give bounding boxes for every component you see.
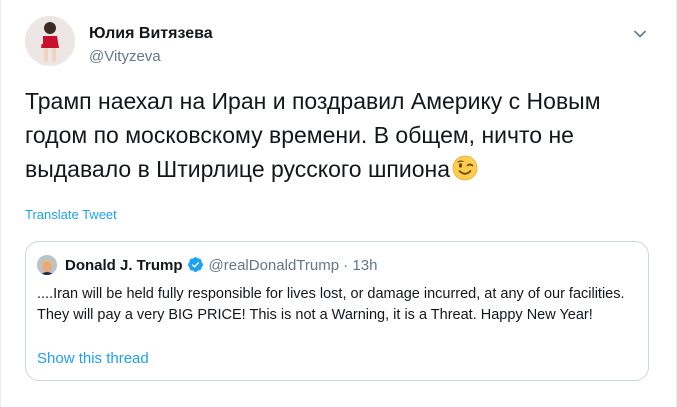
show-thread-link[interactable]: Show this thread: [37, 350, 149, 367]
translate-tweet-link[interactable]: Translate Tweet: [25, 207, 117, 222]
quoted-tweet-text: ....Iran will be held fully responsible …: [37, 286, 625, 323]
quoted-separator: ·: [343, 257, 349, 274]
tweet-text: Трамп наехал на Иран и поздравил Америку…: [25, 84, 665, 186]
tweet-text-body: Трамп наехал на Иран и поздравил Америку…: [25, 88, 601, 182]
winking-face-emoji-icon: [452, 155, 478, 181]
chevron-down-icon[interactable]: [633, 27, 647, 41]
quoted-author-name[interactable]: Donald J. Trump: [65, 257, 183, 274]
author-handle[interactable]: @Vityzeva: [89, 48, 161, 65]
quoted-author-handle[interactable]: @realDonaldTrump: [209, 257, 340, 274]
tweet-card: Юлия Витязева @Vityzeva Трамп наехал на …: [0, 0, 677, 407]
author-avatar[interactable]: [25, 16, 75, 66]
author-name[interactable]: Юлия Витязева: [89, 25, 213, 43]
quoted-tweet[interactable]: Donald J. Trump @realDonaldTrump · 13h .…: [25, 241, 649, 381]
quoted-timestamp[interactable]: 13h: [352, 257, 377, 274]
quoted-author-avatar[interactable]: [37, 255, 57, 275]
verified-badge-icon: [187, 256, 204, 273]
quoted-tweet-header: Donald J. Trump @realDonaldTrump · 13h: [65, 256, 377, 276]
